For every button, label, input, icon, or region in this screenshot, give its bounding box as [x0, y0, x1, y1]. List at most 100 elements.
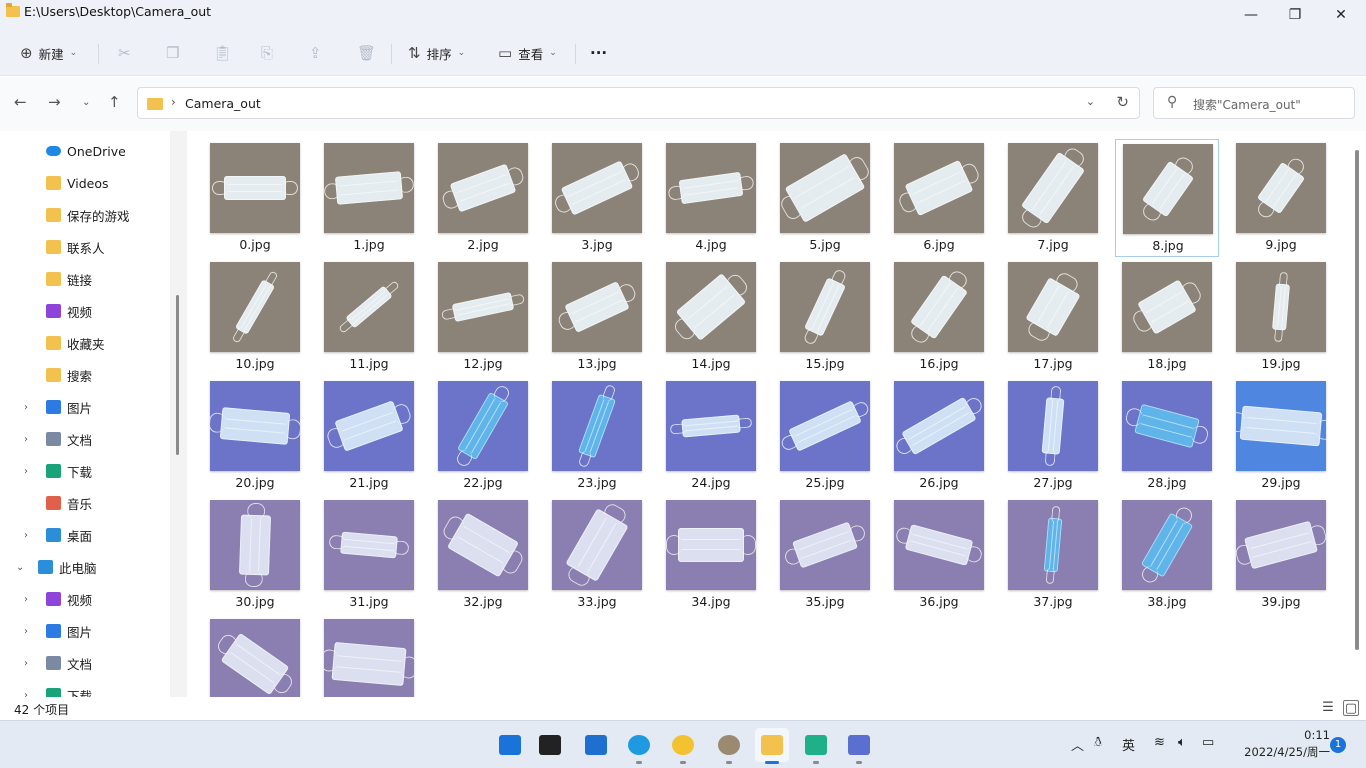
details-view-icon[interactable]: ☰	[1320, 700, 1336, 716]
file-item[interactable]: 13.jpg	[545, 258, 649, 376]
file-item[interactable]: 8.jpg	[1115, 139, 1219, 257]
start-icon[interactable]	[493, 728, 527, 762]
sidebar-item[interactable]: › 图片	[0, 617, 175, 645]
sidebar-item[interactable]: 联系人	[0, 233, 175, 261]
close-button[interactable]: ✕	[1318, 0, 1364, 30]
file-item[interactable]: 7.jpg	[1001, 139, 1105, 257]
wifi-icon[interactable]: ≋	[1154, 735, 1165, 750]
sidebar-item[interactable]: › 文档	[0, 649, 175, 677]
new-button[interactable]: ⊕ 新建 ⌄	[20, 38, 77, 68]
breadcrumb[interactable]: Camera_out	[185, 96, 261, 111]
volume-icon[interactable]: 🔈︎	[1178, 735, 1186, 750]
share-button[interactable]: ⇪	[309, 38, 322, 68]
file-item[interactable]: 0.jpg	[203, 139, 307, 257]
edge-icon[interactable]	[622, 728, 656, 764]
sidebar-item[interactable]: › 下载	[0, 457, 175, 485]
chevron-right-icon[interactable]: ›	[24, 466, 28, 477]
file-item[interactable]: 16.jpg	[887, 258, 991, 376]
qq-icon[interactable]: 🐧︎	[1094, 735, 1102, 751]
file-item[interactable]: 38.jpg	[1115, 496, 1219, 614]
file-item[interactable]	[203, 615, 307, 697]
delete-button[interactable]: 🗑︎	[357, 38, 376, 68]
chevron-right-icon[interactable]: ›	[24, 434, 28, 445]
file-item[interactable]: 29.jpg	[1229, 377, 1333, 495]
file-item[interactable]: 6.jpg	[887, 139, 991, 257]
file-item[interactable]: 36.jpg	[887, 496, 991, 614]
file-item[interactable]: 39.jpg	[1229, 496, 1333, 614]
file-item[interactable]: 34.jpg	[659, 496, 763, 614]
file-item[interactable]: 1.jpg	[317, 139, 421, 257]
file-item[interactable]: 17.jpg	[1001, 258, 1105, 376]
sidebar-item[interactable]: OneDrive	[0, 137, 175, 165]
sidebar-item[interactable]: 链接	[0, 265, 175, 293]
sidebar-scrollbar[interactable]	[176, 295, 179, 455]
file-item[interactable]: 23.jpg	[545, 377, 649, 495]
notes-app-icon[interactable]	[799, 728, 833, 764]
battery-icon[interactable]: ▭	[1202, 735, 1214, 750]
chevron-right-icon[interactable]: ›	[24, 658, 28, 669]
file-item[interactable]: 30.jpg	[203, 496, 307, 614]
copy-button[interactable]: ❐	[166, 38, 179, 68]
paste-button[interactable]: 📋︎	[213, 38, 232, 68]
file-item[interactable]: 14.jpg	[659, 258, 763, 376]
large-icons-view-icon[interactable]: ▢	[1343, 700, 1359, 716]
avatar-app-icon[interactable]	[712, 728, 746, 764]
chevron-down-icon[interactable]: ⌄	[16, 562, 24, 573]
file-item[interactable]: 12.jpg	[431, 258, 535, 376]
sidebar-item[interactable]: 视频	[0, 297, 175, 325]
file-item[interactable]: 9.jpg	[1229, 139, 1333, 257]
file-item[interactable]: 27.jpg	[1001, 377, 1105, 495]
forward-arrow-icon[interactable]: →	[48, 93, 61, 111]
search-input[interactable]: ⚲ 搜索"Camera_out"	[1153, 87, 1355, 119]
chevron-right-icon[interactable]: ›	[24, 594, 28, 605]
sidebar-item[interactable]: › 图片	[0, 393, 175, 421]
r-app-icon[interactable]	[842, 728, 876, 764]
sidebar-item[interactable]: 音乐	[0, 489, 175, 517]
file-item[interactable]: 19.jpg	[1229, 258, 1333, 376]
file-item[interactable]: 33.jpg	[545, 496, 649, 614]
file-item[interactable]: 28.jpg	[1115, 377, 1219, 495]
chevron-right-icon[interactable]: ›	[24, 402, 28, 413]
file-item[interactable]: 4.jpg	[659, 139, 763, 257]
file-item[interactable]: 11.jpg	[317, 258, 421, 376]
file-item[interactable]: 31.jpg	[317, 496, 421, 614]
sidebar-item[interactable]: Videos	[0, 169, 175, 197]
chevron-right-icon[interactable]: ›	[171, 95, 176, 109]
file-item[interactable]: 18.jpg	[1115, 258, 1219, 376]
file-item[interactable]: 5.jpg	[773, 139, 877, 257]
file-item[interactable]	[317, 615, 421, 697]
file-explorer-icon[interactable]	[755, 728, 789, 764]
cut-button[interactable]: ✂	[118, 38, 131, 68]
chevron-up-icon[interactable]: ︿	[1071, 735, 1084, 754]
sidebar-item[interactable]: › 桌面	[0, 521, 175, 549]
view-button[interactable]: ▭ 查看 ⌄	[498, 38, 557, 68]
chevron-right-icon[interactable]: ›	[24, 530, 28, 541]
more-options-button[interactable]: ···	[590, 38, 607, 68]
file-item[interactable]: 3.jpg	[545, 139, 649, 257]
maximize-button[interactable]: ❐	[1272, 0, 1318, 30]
sidebar-item[interactable]: 搜索	[0, 361, 175, 389]
rename-button[interactable]: ⎘	[261, 38, 273, 68]
sidebar-item[interactable]: ⌄ 此电脑	[0, 553, 175, 581]
sidebar-item[interactable]: 收藏夹	[0, 329, 175, 357]
chevron-down-icon[interactable]: ⌄	[1086, 95, 1095, 108]
up-arrow-icon[interactable]: ↑	[108, 93, 121, 111]
clock[interactable]: 0:11 2022/4/25/周一	[1230, 727, 1330, 761]
file-item[interactable]: 32.jpg	[431, 496, 535, 614]
task-view-icon[interactable]	[533, 728, 567, 762]
file-item[interactable]: 22.jpg	[431, 377, 535, 495]
file-item[interactable]: 26.jpg	[887, 377, 991, 495]
file-item[interactable]: 15.jpg	[773, 258, 877, 376]
file-item[interactable]: 21.jpg	[317, 377, 421, 495]
chevron-right-icon[interactable]: ›	[24, 690, 28, 698]
file-item[interactable]: 2.jpg	[431, 139, 535, 257]
refresh-icon[interactable]: ↻	[1116, 93, 1129, 111]
sidebar-item[interactable]: 保存的游戏	[0, 201, 175, 229]
content-scrollbar[interactable]	[1355, 150, 1359, 650]
chevron-right-icon[interactable]: ›	[24, 626, 28, 637]
sidebar-item[interactable]: › 文档	[0, 425, 175, 453]
file-item[interactable]: 25.jpg	[773, 377, 877, 495]
recent-locations-icon[interactable]: ⌄	[82, 97, 90, 108]
back-arrow-icon[interactable]: ←	[14, 93, 27, 111]
sort-button[interactable]: ⇅ 排序 ⌄	[408, 38, 465, 68]
